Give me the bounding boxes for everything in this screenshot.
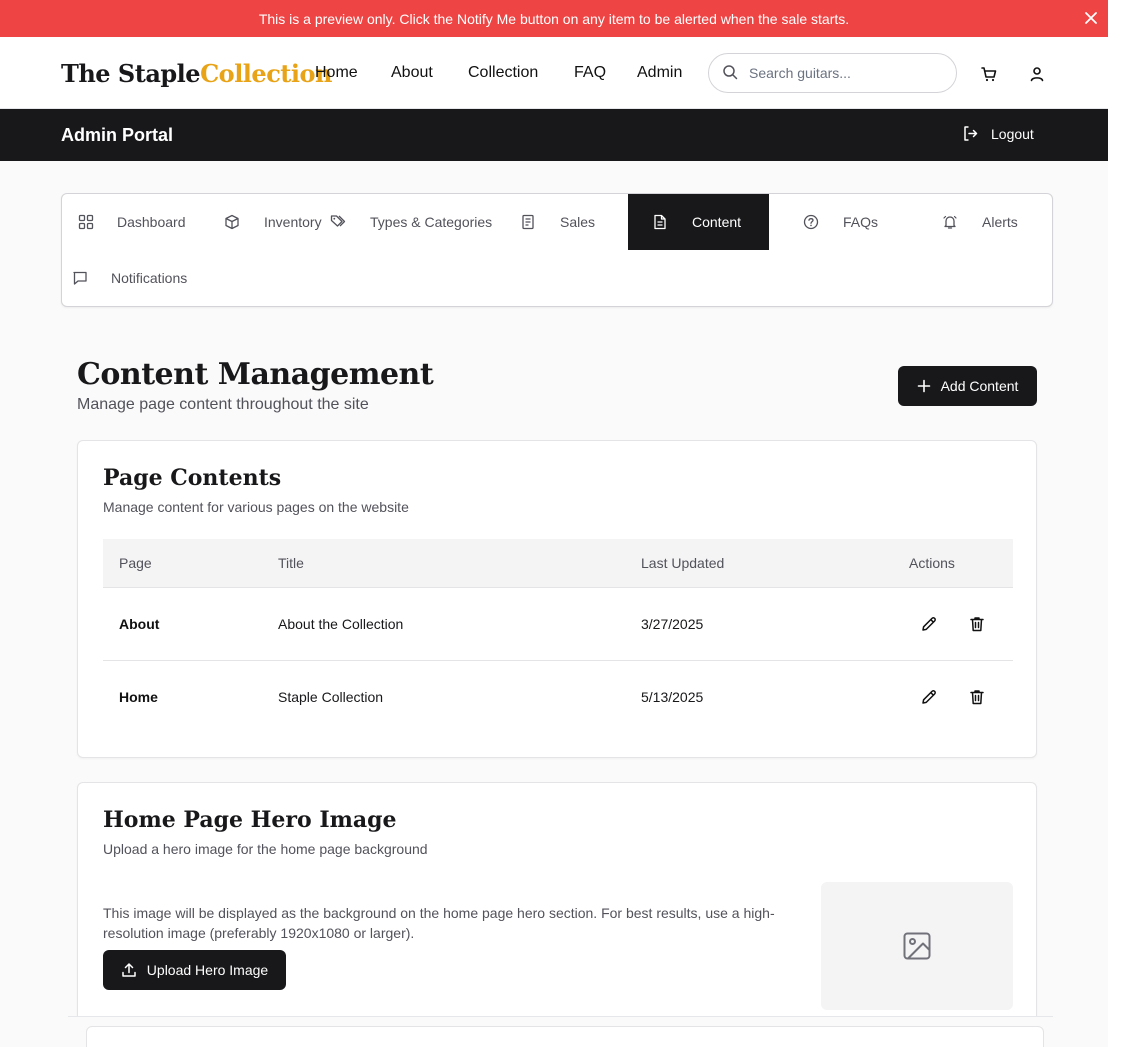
logo-accent-text: Collection [200, 59, 332, 88]
search-input[interactable] [749, 62, 944, 84]
tab-content-label: Content [692, 214, 742, 230]
help-circle-icon [803, 214, 819, 230]
edit-icon[interactable] [920, 688, 938, 706]
row-title: About the Collection [278, 616, 404, 632]
column-actions: Actions [909, 555, 955, 571]
add-content-label: Add Content [940, 378, 1019, 394]
next-card-edge [86, 1026, 1044, 1047]
page-subtitle: Manage page content throughout the site [77, 396, 369, 413]
image-icon [903, 932, 931, 960]
column-title: Title [278, 555, 304, 571]
bell-icon [943, 215, 957, 229]
site-logo[interactable]: The StapleCollection [61, 59, 332, 88]
close-icon[interactable] [1082, 9, 1100, 27]
logo-text: The Staple [61, 59, 201, 88]
message-square-icon [73, 271, 87, 285]
row-page: Home [119, 689, 158, 705]
hero-description: Upload a hero image for the home page ba… [103, 841, 428, 857]
column-last-updated: Last Updated [641, 555, 725, 571]
logout-icon [964, 126, 978, 141]
logout-label: Logout [991, 125, 1034, 142]
tab-notifications-label: Notifications [111, 270, 188, 286]
add-content-button[interactable]: Add Content [898, 366, 1037, 406]
logout-button[interactable]: Logout [962, 125, 1034, 142]
page-title: Content Management [77, 357, 434, 392]
page-contents-description: Manage content for various pages on the … [103, 499, 409, 515]
table-row: About About the Collection 3/27/2025 [103, 588, 1013, 661]
plus-icon [917, 379, 930, 393]
tab-content[interactable]: Content [628, 194, 769, 250]
tab-inventory-label: Inventory [264, 214, 322, 230]
preview-banner: This is a preview only. Click the Notify… [0, 0, 1108, 37]
cart-icon[interactable] [980, 65, 998, 83]
table-row: Home Staple Collection 5/13/2025 [103, 661, 1013, 734]
tab-faqs-label: FAQs [843, 214, 879, 230]
upload-hero-image-button[interactable]: Upload Hero Image [103, 950, 286, 990]
tab-alerts[interactable]: Alerts [910, 194, 1052, 250]
tab-sales[interactable]: Sales [514, 194, 628, 250]
table-header: Page Title Last Updated Actions [103, 539, 1013, 588]
page-contents-card: Page Contents Manage content for various… [77, 440, 1037, 758]
nav-about[interactable]: About [391, 64, 433, 82]
row-updated: 3/27/2025 [641, 616, 704, 632]
tags-icon [330, 215, 346, 227]
main-content: Dashboard Inventory Types & Categories S… [0, 161, 1108, 1047]
search-icon [723, 65, 738, 80]
tab-notifications[interactable]: Notifications [62, 250, 222, 306]
tab-types-categories[interactable]: Types & Categories [324, 194, 514, 250]
edit-icon[interactable] [920, 615, 938, 633]
tab-alerts-label: Alerts [982, 214, 1018, 230]
hero-info-text: This image will be displayed as the back… [103, 905, 775, 941]
admin-tabs: Dashboard Inventory Types & Categories S… [61, 193, 1053, 307]
admin-bar: Admin Portal Logout [0, 109, 1108, 161]
right-edge [1108, 0, 1133, 1047]
file-text-icon [654, 214, 666, 230]
row-title: Staple Collection [278, 689, 384, 705]
page-contents-title: Page Contents [103, 465, 282, 491]
tab-dashboard-label: Dashboard [117, 214, 186, 230]
receipt-icon [522, 214, 534, 230]
hero-title: Home Page Hero Image [103, 807, 397, 833]
tab-sales-label: Sales [560, 214, 596, 230]
admin-portal-title: Admin Portal [61, 125, 174, 145]
nav-faq[interactable]: FAQ [574, 64, 606, 82]
tab-dashboard[interactable]: Dashboard [62, 194, 208, 250]
hero-image-preview [821, 882, 1013, 1010]
nav-home[interactable]: Home [315, 64, 358, 82]
package-icon [225, 214, 239, 230]
trash-icon[interactable] [968, 615, 986, 633]
hero-image-card: Home Page Hero Image Upload a hero image… [77, 782, 1037, 1047]
tab-types-categories-label: Types & Categories [370, 214, 493, 230]
tab-faqs[interactable]: FAQs [769, 194, 910, 250]
row-page: About [119, 616, 160, 632]
site-header: The StapleCollection Home About Collecti… [0, 37, 1108, 109]
nav-collection[interactable]: Collection [468, 64, 538, 82]
search-box [708, 53, 957, 93]
upload-hero-image-label: Upload Hero Image [146, 962, 269, 978]
upload-icon [122, 963, 136, 977]
row-updated: 5/13/2025 [641, 689, 704, 705]
column-page: Page [119, 555, 152, 571]
nav-admin[interactable]: Admin [637, 64, 682, 82]
grid-icon [78, 214, 94, 230]
banner-text: This is a preview only. Click the Notify… [258, 10, 850, 27]
user-icon[interactable] [1028, 65, 1046, 83]
trash-icon[interactable] [968, 688, 986, 706]
